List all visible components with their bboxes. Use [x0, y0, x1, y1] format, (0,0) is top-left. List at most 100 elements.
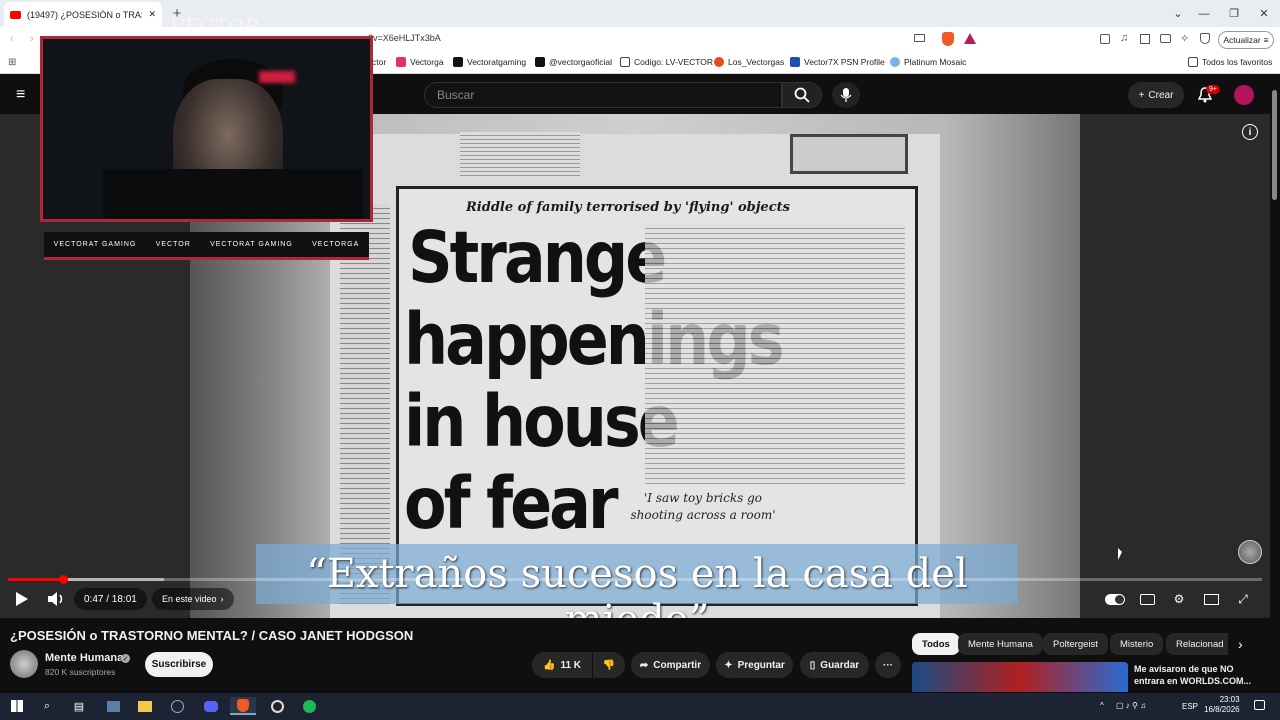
brave-rewards-icon[interactable] — [964, 33, 976, 44]
task-view-icon[interactable]: ▤ — [70, 697, 88, 715]
info-icon[interactable]: i — [1242, 124, 1258, 140]
url-field[interactable]: ?v=X6eHLJTx3bA — [368, 33, 441, 43]
brave-shield-icon[interactable] — [942, 32, 954, 46]
avatar[interactable] — [1234, 85, 1254, 105]
like-button[interactable]: 👍 11 K — [532, 652, 592, 678]
more-actions-button[interactable]: ··· — [875, 652, 901, 678]
bookmark-item[interactable]: Vector7X PSN Profile — [790, 57, 885, 67]
taskbar-clock[interactable]: 23:03 16/8/2026 — [1204, 695, 1240, 716]
all-favorites[interactable]: Todos los favoritos — [1188, 57, 1272, 67]
cast-icon[interactable] — [914, 34, 925, 42]
youtube-favicon-icon — [10, 10, 21, 19]
chip-relacionados[interactable]: Relacionad — [1166, 633, 1228, 655]
close-window-icon[interactable]: ✕ — [1248, 0, 1280, 27]
search-button[interactable] — [782, 82, 822, 108]
notification-center-icon[interactable] — [1254, 700, 1265, 710]
discord-icon[interactable] — [202, 697, 220, 715]
article-body-text — [645, 224, 905, 484]
app-icon[interactable] — [104, 697, 122, 715]
channel-watermark[interactable] — [1238, 540, 1262, 564]
bookmark-item[interactable]: @vectorgaoficial — [535, 57, 612, 67]
steam-icon[interactable] — [168, 697, 186, 715]
channel-avatar[interactable] — [10, 650, 38, 678]
chip-poltergeist[interactable]: Poltergeist — [1043, 633, 1108, 655]
newsprint-block — [460, 132, 580, 176]
twitter-social: VECTORAT GAMING — [210, 241, 293, 248]
tray-icons[interactable]: ▢ ♪ ⚲ ♫ — [1116, 701, 1146, 710]
file-explorer-icon[interactable] — [136, 697, 154, 715]
recommended-thumbnail[interactable] — [912, 662, 1128, 692]
vpn-icon[interactable] — [1200, 33, 1210, 44]
x-icon — [453, 57, 463, 67]
extensions-icon[interactable] — [1100, 34, 1110, 44]
subtitle-text: “Extraños sucesos en la casa del miedo” — [306, 551, 968, 618]
recommended-title[interactable]: Me avisaron de que NO entrara en WORLDS.… — [1134, 663, 1264, 687]
update-button[interactable]: Actualizar ≡ — [1218, 31, 1274, 49]
link-icon — [714, 57, 724, 67]
subscribe-button[interactable]: Suscribirse — [145, 652, 213, 677]
chapters-button[interactable]: En este video › — [152, 588, 234, 610]
subscriber-count: 820 K suscriptores — [45, 667, 116, 677]
thumbs-down-icon: 👎 — [602, 659, 616, 671]
obs-icon[interactable] — [268, 697, 286, 715]
windows-start-icon[interactable] — [8, 697, 26, 715]
sidebar-icon[interactable] — [1140, 34, 1150, 44]
dislike-button[interactable]: 👎 — [593, 652, 625, 678]
language-indicator[interactable]: ESP — [1182, 702, 1198, 711]
media-icon[interactable]: ♫ — [1120, 32, 1128, 44]
twitch-social: VECTOR — [155, 241, 191, 248]
back-icon[interactable]: ‹ — [10, 33, 14, 45]
plus-icon: + — [1138, 89, 1145, 101]
settings-gear-icon[interactable]: ⚙ — [1169, 590, 1189, 608]
more-icon: ··· — [883, 659, 893, 671]
bookmark-item[interactable]: ctor — [372, 57, 386, 67]
autoplay-toggle[interactable] — [1104, 590, 1126, 608]
taskbar-search-icon[interactable]: ⌕ — [38, 697, 56, 715]
microphone-icon — [840, 88, 852, 102]
search-icon — [794, 87, 810, 103]
restore-icon[interactable]: ❐ — [1218, 0, 1250, 27]
save-button[interactable]: ▯ Guardar — [800, 652, 869, 678]
forward-icon[interactable]: › — [30, 33, 34, 45]
instagram-icon — [396, 57, 406, 67]
chip-misterio[interactable]: Misterio — [1110, 633, 1164, 655]
bookmark-item[interactable]: Los_Vectorgas — [714, 57, 784, 67]
document-icon — [620, 57, 630, 67]
leo-ai-icon[interactable]: ✧ — [1180, 32, 1189, 45]
windows-taskbar — [0, 693, 1280, 720]
bookmark-item[interactable]: Vectorga — [396, 57, 444, 67]
fullscreen-icon[interactable]: ⤢ — [1233, 590, 1253, 608]
bookmark-item[interactable]: Codigo: LV-VECTOR — [620, 57, 713, 67]
create-button[interactable]: + Crear — [1128, 82, 1184, 108]
chip-all[interactable]: Todos — [912, 633, 960, 655]
brave-taskbar-icon[interactable] — [230, 697, 256, 715]
headline-line: in house — [404, 379, 680, 464]
bookmark-item[interactable]: Platinum Mosaic — [890, 57, 966, 67]
webcam-background-light — [259, 71, 295, 83]
spotify-icon[interactable] — [300, 697, 318, 715]
channel-name[interactable]: Mente Humana — [45, 652, 123, 664]
browser-tab[interactable]: (19497) ¿POSESIÓN o TRASTORNO ✕ — [4, 2, 162, 27]
theater-mode-icon[interactable] — [1201, 590, 1221, 608]
share-button[interactable]: ➦ Compartir — [631, 652, 710, 678]
ask-button[interactable]: ✦ Preguntar — [716, 652, 793, 678]
apps-grid-icon[interactable]: ⊞ — [8, 57, 16, 68]
bookmark-item[interactable]: Vectoratgaming — [453, 57, 526, 67]
progress-bar[interactable] — [8, 578, 1262, 581]
close-tab-icon[interactable]: ✕ — [148, 9, 156, 20]
page-scrollbar[interactable] — [1272, 90, 1277, 200]
scrubber-handle[interactable] — [59, 575, 68, 584]
tray-chevron-icon[interactable]: ^ — [1100, 701, 1104, 710]
minimize-icon[interactable]: — — [1188, 0, 1220, 27]
chip-mente-humana[interactable]: Mente Humana — [958, 633, 1043, 655]
hamburger-menu-icon[interactable]: ≡ — [16, 86, 25, 104]
voice-search-button[interactable] — [832, 82, 860, 108]
search-input[interactable]: Buscar — [424, 82, 782, 108]
subtitles-icon[interactable] — [1137, 590, 1157, 608]
chips-next-icon[interactable]: › — [1238, 636, 1243, 652]
wallet-icon[interactable] — [1160, 34, 1171, 43]
youtube-social: VECTORAT GAMING — [53, 241, 137, 248]
volume-icon[interactable] — [46, 590, 66, 608]
play-icon[interactable] — [12, 590, 30, 608]
bookmark-icon: ▯ — [809, 659, 816, 671]
